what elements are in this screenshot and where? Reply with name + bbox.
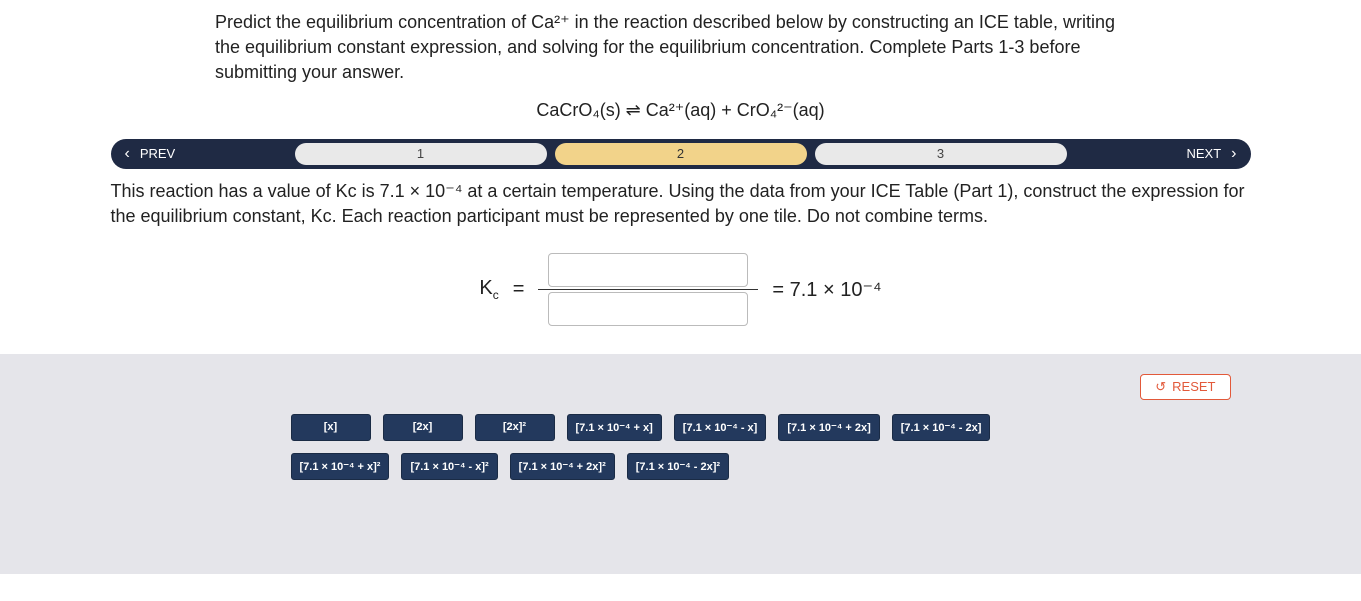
step-2[interactable]: 2 (555, 143, 807, 165)
next-button[interactable]: NEXT › (1071, 139, 1251, 169)
tile-option[interactable]: [7.1 × 10⁻⁴ - 2x] (892, 414, 991, 441)
prev-button[interactable]: ‹ PREV (111, 139, 291, 169)
kc-symbol: Kc (479, 277, 498, 302)
numerator-slot[interactable] (548, 253, 748, 287)
kc-fraction (538, 253, 758, 326)
prev-label: PREV (140, 146, 175, 161)
fraction-line (538, 289, 758, 290)
reset-button[interactable]: ↺ RESET (1140, 374, 1230, 400)
instruction-text: This reaction has a value of Kc is 7.1 ×… (111, 179, 1251, 229)
tile-option[interactable]: [2x]² (475, 414, 555, 441)
tile-option[interactable]: [7.1 × 10⁻⁴ - x] (674, 414, 767, 441)
step-nav: ‹ PREV 1 2 3 NEXT › (111, 139, 1251, 169)
step-1[interactable]: 1 (295, 143, 547, 165)
kc-expression: Kc = = 7.1 × 10⁻⁴ (0, 253, 1361, 326)
equals-sign: = (513, 278, 525, 301)
tile-option[interactable]: [2x] (383, 414, 463, 441)
tile-option[interactable]: [7.1 × 10⁻⁴ + 2x] (778, 414, 879, 441)
tile-option[interactable]: [7.1 × 10⁻⁴ + 2x]² (510, 453, 615, 480)
next-label: NEXT (1187, 146, 1222, 161)
kc-value: = 7.1 × 10⁻⁴ (772, 277, 881, 302)
tile-option[interactable]: [7.1 × 10⁻⁴ + x]² (291, 453, 390, 480)
step-3[interactable]: 3 (815, 143, 1067, 165)
reaction-equation: CaCrO₄(s) ⇌ Ca²⁺(aq) + CrO₄²⁻(aq) (0, 100, 1361, 121)
tiles-panel: ↺ RESET [x] [2x] [2x]² [7.1 × 10⁻⁴ + x] … (0, 354, 1361, 574)
chevron-left-icon: ‹ (125, 145, 130, 163)
tiles-row: [x] [2x] [2x]² [7.1 × 10⁻⁴ + x] [7.1 × 1… (111, 414, 1251, 480)
chevron-right-icon: › (1231, 145, 1236, 163)
tile-option[interactable]: [7.1 × 10⁻⁴ - x]² (401, 453, 497, 480)
reset-icon: ↺ (1155, 379, 1166, 395)
tile-option[interactable]: [7.1 × 10⁻⁴ + x] (567, 414, 662, 441)
denominator-slot[interactable] (548, 292, 748, 326)
reset-label: RESET (1172, 379, 1215, 394)
tile-option[interactable]: [x] (291, 414, 371, 441)
question-text: Predict the equilibrium concentration of… (215, 10, 1115, 86)
tile-option[interactable]: [7.1 × 10⁻⁴ - 2x]² (627, 453, 729, 480)
